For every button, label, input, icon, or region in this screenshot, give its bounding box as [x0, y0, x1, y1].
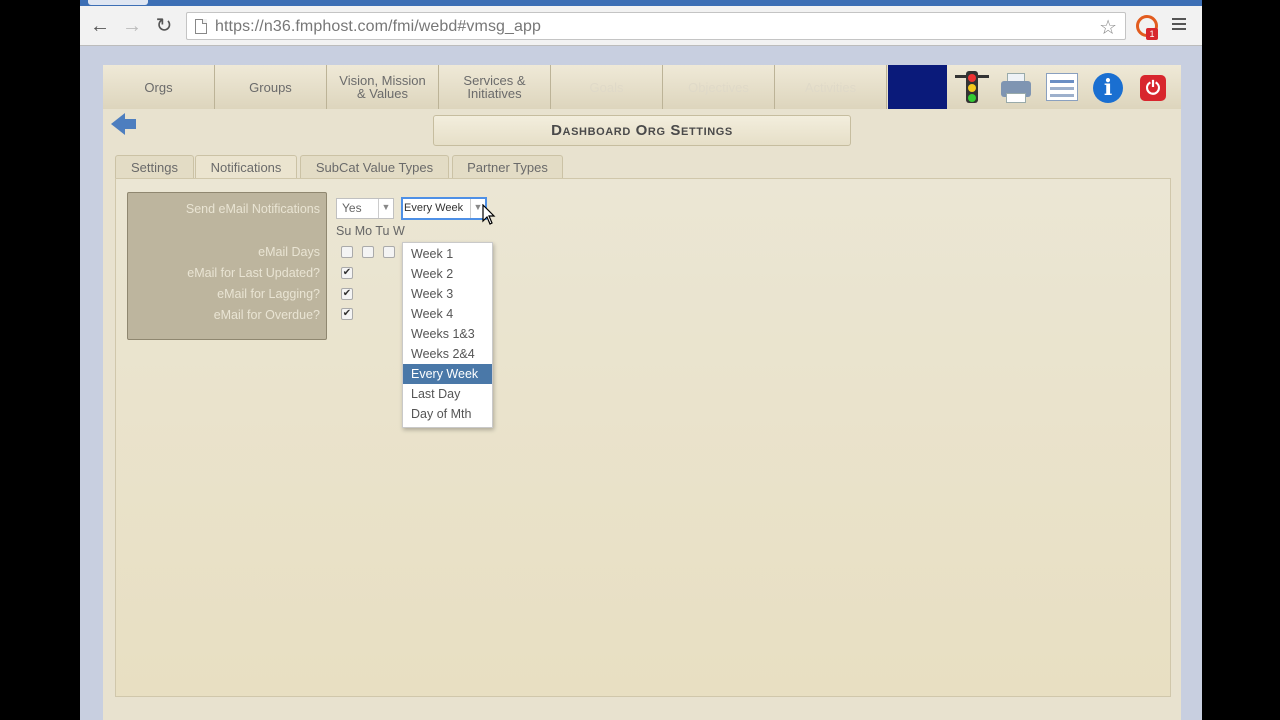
traffic-light-icon[interactable]	[955, 71, 989, 105]
nav-tab-label: Objectives	[688, 79, 749, 95]
tab-label: SubCat Value Types	[315, 160, 434, 175]
last-updated-label: eMail for Last Updated?	[187, 266, 320, 280]
nav-tab-goals[interactable]: Goals	[551, 65, 663, 109]
screen-border-right	[1202, 0, 1280, 720]
address-bar[interactable]: https://n36.fmphost.com/fmi/webd#vmsg_ap…	[186, 12, 1126, 40]
tool-icon-bar: i ⏻	[947, 65, 1181, 109]
nav-tab-orgs[interactable]: Orgs	[103, 65, 215, 109]
chevron-down-icon: ▼	[378, 199, 393, 218]
nav-tab-label: Groups	[249, 79, 292, 95]
dropdown-option[interactable]: Last Day	[403, 384, 492, 404]
nav-tab-services[interactable]: Services & Initiatives	[439, 65, 551, 109]
nav-tab-activities[interactable]: Activities	[775, 65, 887, 109]
lagging-checkbox[interactable]: ✔	[341, 288, 353, 300]
send-email-select[interactable]: Yes ▼	[336, 198, 394, 219]
tab-label: Notifications	[210, 160, 282, 175]
nav-tab-label: Orgs	[144, 79, 173, 95]
browser-window: ← → ↻ https://n36.fmphost.com/fmi/webd#v…	[80, 0, 1202, 720]
frequency-select[interactable]: Every Week ▼	[401, 197, 487, 220]
label-box: Send eMail Notifications eMail Days eMai…	[127, 192, 327, 340]
day-checkbox-mo[interactable]	[362, 246, 374, 258]
day-checkbox-tu[interactable]	[383, 246, 395, 258]
tab-settings[interactable]: Settings	[115, 155, 194, 180]
dropdown-option[interactable]: Week 2	[403, 264, 492, 284]
dropdown-option[interactable]: Week 3	[403, 284, 492, 304]
browser-toolbar: ← → ↻ https://n36.fmphost.com/fmi/webd#v…	[80, 6, 1202, 46]
back-arrow-icon[interactable]	[111, 113, 137, 135]
browser-tab[interactable]	[88, 0, 148, 5]
screen-border-left	[0, 0, 80, 720]
reload-icon[interactable]: ↻	[152, 14, 176, 38]
nav-tab-objectives[interactable]: Objectives	[663, 65, 775, 109]
info-icon[interactable]: i	[1091, 71, 1125, 105]
extension-badge: 1	[1146, 28, 1158, 40]
dropdown-option[interactable]: Day of Mth	[403, 404, 492, 424]
nav-tab-label: Services & Initiatives	[463, 73, 526, 101]
printer-icon[interactable]	[999, 71, 1033, 105]
tab-label: Partner Types	[467, 160, 548, 175]
dropdown-option[interactable]: Week 4	[403, 304, 492, 324]
send-email-label: Send eMail Notifications	[185, 202, 320, 216]
nav-tab-vision[interactable]: Vision, Mission & Values	[327, 65, 439, 109]
last-updated-checkbox[interactable]: ✔	[341, 267, 353, 279]
day-checkbox-su[interactable]	[341, 246, 353, 258]
nav-dark-block	[888, 65, 947, 109]
dropdown-option[interactable]: Weeks 1&3	[403, 324, 492, 344]
tab-partner-types[interactable]: Partner Types	[452, 155, 563, 180]
forward-arrow-icon[interactable]: →	[120, 14, 144, 38]
send-email-value: Yes	[342, 201, 362, 215]
back-arrow-icon[interactable]: ←	[88, 14, 112, 38]
main-nav: Orgs Groups Vision, Mission & Values Ser…	[103, 65, 947, 109]
tab-label: Settings	[131, 160, 178, 175]
days-header: Su Mo Tu W	[336, 224, 405, 238]
bookmark-star-icon[interactable]: ☆	[1099, 15, 1117, 40]
nav-tab-label: Activities	[804, 79, 857, 95]
tab-subcat-value-types[interactable]: SubCat Value Types	[300, 155, 449, 180]
overdue-label: eMail for Overdue?	[213, 308, 320, 322]
lagging-label: eMail for Lagging?	[217, 287, 320, 301]
nav-tab-label: Goals	[589, 79, 624, 95]
overdue-checkbox[interactable]: ✔	[341, 308, 353, 320]
dropdown-option-selected[interactable]: Every Week	[403, 364, 492, 384]
page-icon	[195, 19, 207, 34]
url-text: https://n36.fmphost.com/fmi/webd#vmsg_ap…	[215, 18, 542, 35]
nav-tab-label: Vision, Mission & Values	[339, 73, 426, 101]
dropdown-option[interactable]: Week 1	[403, 244, 492, 264]
tab-notifications[interactable]: Notifications	[195, 155, 297, 180]
frequency-value: Every Week	[404, 202, 464, 214]
page-title: Dashboard Org Settings	[433, 115, 851, 146]
notifications-panel: Send eMail Notifications eMail Days eMai…	[115, 178, 1171, 697]
list-icon[interactable]	[1045, 71, 1079, 105]
dropdown-option[interactable]: Weeks 2&4	[403, 344, 492, 364]
power-icon[interactable]: ⏻	[1136, 71, 1170, 105]
hamburger-menu-icon[interactable]	[1172, 18, 1186, 32]
nav-tab-groups[interactable]: Groups	[215, 65, 327, 109]
email-days-label: eMail Days	[258, 245, 320, 259]
app-container: Orgs Groups Vision, Mission & Values Ser…	[103, 65, 1181, 720]
web-page: Orgs Groups Vision, Mission & Values Ser…	[80, 47, 1202, 720]
frequency-dropdown-list: Week 1 Week 2 Week 3 Week 4 Weeks 1&3 We…	[402, 242, 493, 428]
